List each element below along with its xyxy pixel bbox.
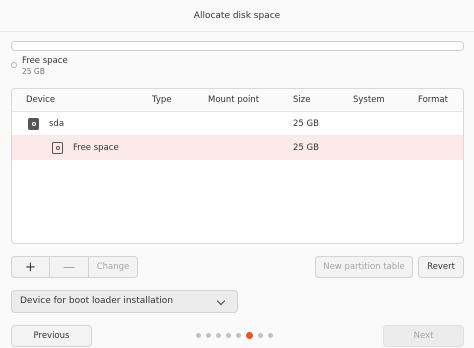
partition-size: 25 GB [293,143,319,153]
step-dot [226,333,231,338]
drive-icon [28,118,39,130]
column-size[interactable]: Size [293,95,310,105]
table-row-disk-sda[interactable]: sda 25 GB [12,112,463,136]
step-dot [268,333,273,338]
disk-size: 25 GB [293,119,319,129]
partition-device-name: Free space [73,143,119,153]
window-title: Allocate disk space [0,0,474,32]
column-device[interactable]: Device [26,95,55,105]
bootloader-device-label: Device for boot loader installation [20,296,174,306]
revert-button[interactable]: Revert [418,256,464,278]
legend-free-space-size: 25 GB [22,67,45,76]
step-dot [236,333,241,338]
add-partition-button[interactable]: + [11,256,50,278]
drive-icon [52,142,63,154]
step-dot [258,333,263,338]
legend-free-space-label: Free space [22,56,68,66]
previous-button[interactable]: Previous [11,325,92,347]
column-system[interactable]: System [353,95,385,105]
disk-usage-bar [11,41,464,51]
step-dot [206,333,211,338]
change-partition-button[interactable]: Change [88,256,138,278]
column-format[interactable]: Format [418,95,448,105]
partition-table: Device Type Mount point Size System Form… [11,88,464,244]
column-type[interactable]: Type [152,95,172,105]
bootloader-device-select[interactable]: Device for boot loader installation [11,290,238,313]
column-mount-point[interactable]: Mount point [208,95,259,105]
disk-device-name: sda [49,119,65,129]
step-dot-active [246,332,253,339]
table-header: Device Type Mount point Size System Form… [12,89,463,112]
chevron-down-icon [216,296,226,306]
next-button[interactable]: Next [383,325,464,347]
new-partition-table-button[interactable]: New partition table [315,256,413,278]
free-space-legend-swatch [11,62,17,68]
table-row-free-space[interactable]: Free space 25 GB [12,136,463,160]
step-dot [216,333,221,338]
step-dot [196,333,201,338]
remove-partition-button[interactable]: — [49,256,89,278]
